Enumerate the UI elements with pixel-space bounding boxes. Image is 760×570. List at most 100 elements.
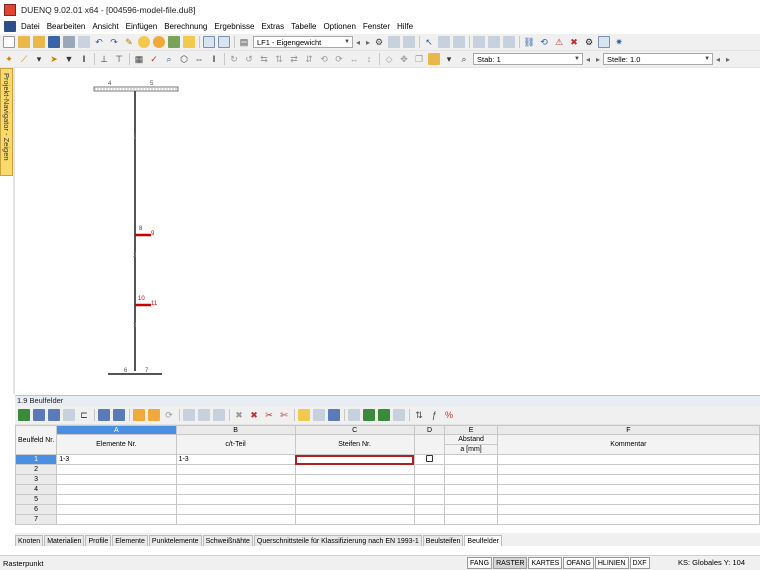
highlight-icon[interactable] xyxy=(298,409,310,421)
import-icon[interactable] xyxy=(348,409,360,421)
menu-einfuegen[interactable]: Einfügen xyxy=(126,22,158,31)
append-row-icon[interactable] xyxy=(213,409,225,421)
cell-elemente[interactable] xyxy=(56,464,177,475)
status-toggle-ofang[interactable]: OFANG xyxy=(563,557,594,569)
section-icon[interactable] xyxy=(438,36,451,48)
support-icon[interactable]: ⊥ xyxy=(98,53,110,65)
sheet-tab[interactable]: Profile xyxy=(85,535,112,546)
row-number[interactable]: 2 xyxy=(15,464,58,475)
sheet-tab[interactable]: Elemente xyxy=(112,535,148,546)
cell-checkbox[interactable] xyxy=(413,494,446,505)
status-toggle-hlinien[interactable]: HLINIEN xyxy=(594,557,629,569)
cell-checkbox[interactable] xyxy=(413,464,446,475)
cell-abstand[interactable] xyxy=(444,494,498,505)
cut-icon[interactable]: ✄ xyxy=(278,409,290,421)
columns-icon[interactable] xyxy=(313,409,325,421)
cell-checkbox[interactable] xyxy=(413,504,446,515)
menu-ergebnisse[interactable]: Ergebnisse xyxy=(214,22,254,31)
table-excel-icon[interactable] xyxy=(18,409,30,421)
settings-icon[interactable]: ⚙ xyxy=(583,36,595,48)
prev-table-icon[interactable] xyxy=(98,409,110,421)
menu-fenster[interactable]: Fenster xyxy=(363,22,390,31)
palette-dropdown-icon[interactable]: ▾ xyxy=(443,53,455,65)
cell-steifen[interactable] xyxy=(294,464,415,475)
menu-hilfe[interactable]: Hilfe xyxy=(397,22,413,31)
sort-icon[interactable]: ⇅ xyxy=(413,409,425,421)
checkbox[interactable] xyxy=(425,455,433,462)
insert-col-icon[interactable] xyxy=(198,409,210,421)
sheet-tab[interactable]: Beulsteifen xyxy=(422,535,464,546)
insert-row-icon[interactable] xyxy=(183,409,195,421)
cell-kommentar[interactable] xyxy=(496,484,760,495)
results-icon[interactable] xyxy=(168,36,180,48)
delete-rows-icon[interactable]: ✖ xyxy=(248,409,260,421)
cell-abstand[interactable] xyxy=(444,484,498,495)
position-select[interactable]: Stelle: 1.0 ▼ xyxy=(603,53,714,65)
member-icon[interactable]: I xyxy=(208,53,220,65)
disabled-tool-5-icon[interactable]: ⇄ xyxy=(288,53,300,65)
info-icon[interactable]: ✷ xyxy=(613,36,625,48)
table-row[interactable]: 6 xyxy=(15,504,760,515)
cell-abstand[interactable] xyxy=(444,504,498,515)
cell-checkbox[interactable] xyxy=(413,474,446,485)
cell-ct-teil[interactable] xyxy=(175,474,296,485)
pick-multi-icon[interactable] xyxy=(148,409,160,421)
cell-kommentar[interactable] xyxy=(496,494,760,505)
table-row[interactable]: 1 1-3 1-3 xyxy=(15,454,760,465)
next-member-icon[interactable]: ▸ xyxy=(596,55,600,64)
cell-ct-teil[interactable] xyxy=(175,514,296,525)
cell-steifen[interactable] xyxy=(294,484,415,495)
sheet-tab[interactable]: Schweißnähte xyxy=(202,535,253,546)
edit-icon[interactable]: ✎ xyxy=(123,36,135,48)
column-letter-c[interactable]: C xyxy=(294,425,415,435)
insert-dropdown-icon[interactable]: ▾ xyxy=(33,53,45,65)
disabled-tool-6-icon[interactable]: ⇵ xyxy=(303,53,315,65)
new-file-icon[interactable] xyxy=(3,36,15,48)
model-canvas[interactable]: 4 5 6 7 1 2 3 8 9 10 11 xyxy=(0,68,760,394)
undo-icon[interactable]: ↶ xyxy=(93,36,105,48)
column-letter-b[interactable]: B xyxy=(175,425,296,435)
table-row[interactable]: 4 xyxy=(15,484,760,495)
cell-kommentar[interactable] xyxy=(496,474,760,485)
check-icon[interactable]: ✓ xyxy=(148,53,160,65)
cell-kommentar[interactable] xyxy=(496,454,760,465)
sheet-tab[interactable]: Knoten xyxy=(15,535,44,546)
menu-extras[interactable]: Extras xyxy=(261,22,284,31)
disabled-tool-9-icon[interactable]: ↔ xyxy=(348,53,360,65)
table-filter-icon[interactable] xyxy=(48,409,60,421)
cell-steifen[interactable] xyxy=(294,494,415,505)
row-number[interactable]: 4 xyxy=(15,484,58,495)
mesh-icon[interactable]: ▦ xyxy=(133,53,145,65)
print-table-icon[interactable] xyxy=(393,409,405,421)
row-number[interactable]: 3 xyxy=(15,474,58,485)
dimension-tool-icon[interactable]: ⇔ xyxy=(193,53,205,65)
row-number[interactable]: 5 xyxy=(15,494,58,505)
redo-icon[interactable]: ↷ xyxy=(108,36,120,48)
menu-tabelle[interactable]: Tabelle xyxy=(291,22,316,31)
formula-icon[interactable]: ƒ xyxy=(428,409,440,421)
member-select[interactable]: Stab: 1 ▼ xyxy=(473,53,583,65)
table-settings-icon[interactable] xyxy=(33,409,45,421)
cell-elemente[interactable] xyxy=(56,484,177,495)
status-toggle-kartes[interactable]: KARTES xyxy=(528,557,563,569)
sheet-tab[interactable]: Materialien xyxy=(44,535,85,546)
column-letter-f[interactable]: F xyxy=(496,425,760,435)
sync-icon[interactable]: ⟲ xyxy=(538,36,550,48)
cell-steifen[interactable] xyxy=(294,454,415,465)
save-icon[interactable] xyxy=(48,36,60,48)
disabled-tool-4-icon[interactable]: ⇅ xyxy=(273,53,285,65)
menu-datei[interactable]: Datei xyxy=(21,22,40,31)
disabled-tool-1-icon[interactable]: ↻ xyxy=(228,53,240,65)
cell-abstand[interactable] xyxy=(444,464,498,475)
warning-icon[interactable]: ⚠ xyxy=(553,36,565,48)
link-icon[interactable]: ⛓ xyxy=(523,36,535,48)
sheet-tab[interactable]: Punktelemente xyxy=(148,535,202,546)
cell-abstand[interactable] xyxy=(444,474,498,485)
filter-icon[interactable]: ▼ xyxy=(63,53,75,65)
loadcase-select[interactable]: LF1 - Eigengewicht ▼ xyxy=(253,36,353,48)
excel-icon[interactable] xyxy=(378,409,390,421)
prev-loadcase-icon[interactable]: ◂ xyxy=(356,38,360,47)
prev-member-icon[interactable]: ◂ xyxy=(586,55,590,64)
project-navigator-tab[interactable]: Projekt-Navigator - Zeigen xyxy=(0,68,13,176)
cell-ct-teil[interactable] xyxy=(175,494,296,505)
